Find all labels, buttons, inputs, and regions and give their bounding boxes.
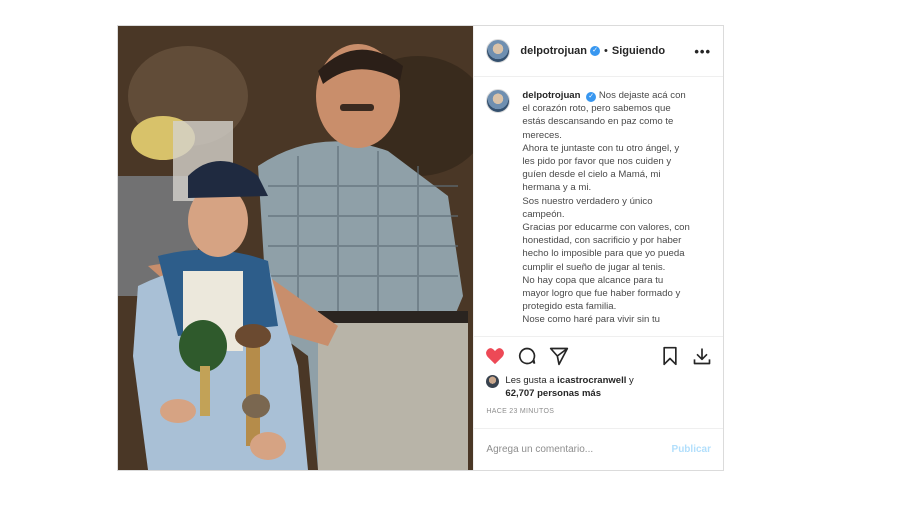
publish-button[interactable]: Publicar (672, 444, 711, 455)
separator-dot: • (604, 45, 608, 57)
caption-area: delpotrojuan ✓ Nos dejaste acá con el co… (474, 77, 723, 336)
photo-illustration (118, 26, 474, 470)
likes-count[interactable]: 62,707 personas más (505, 388, 601, 399)
more-options-icon[interactable]: ••• (694, 44, 711, 59)
action-bar (474, 336, 723, 374)
caption-line: No hay copa que alcance para tu mayor lo… (522, 274, 681, 313)
post-header: delpotrojuan ✓ • Siguiendo ••• (474, 26, 723, 77)
caption-line: Gracias por educarme con valores, con ho… (522, 222, 690, 273)
caption-line: Sos nuestro verdadero y único campeón. (522, 195, 653, 220)
post-side-panel: delpotrojuan ✓ • Siguiendo ••• delpotroj… (473, 26, 723, 470)
user-avatar[interactable] (486, 39, 511, 63)
post-timestamp[interactable]: HACE 23 MINUTOS (474, 400, 723, 428)
likes-summary: Les gusta a icastrocranwell y 62,707 per… (474, 374, 723, 400)
share-icon[interactable] (548, 345, 570, 367)
caption-line: Ahora te juntaste con tu otro ángel, y l… (522, 142, 680, 194)
caption-line: Nose como haré para vivir sin tu (522, 314, 660, 326)
caption-text: delpotrojuan ✓ Nos dejaste acá con el co… (522, 89, 692, 327)
instagram-post: delpotrojuan ✓ • Siguiendo ••• delpotroj… (117, 25, 724, 471)
caption-username[interactable]: delpotrojuan (522, 90, 580, 101)
caption-avatar[interactable] (486, 89, 511, 113)
bookmark-icon[interactable] (659, 345, 681, 367)
following-button[interactable]: Siguiendo (612, 45, 665, 57)
verified-badge-icon: ✓ (586, 92, 597, 102)
verified-badge-icon: ✓ (590, 46, 601, 56)
download-icon[interactable] (691, 345, 713, 367)
liker-avatar[interactable] (486, 375, 500, 388)
comment-bar: Agrega un comentario... Publicar (474, 428, 723, 470)
heart-icon[interactable] (484, 345, 506, 367)
username-link[interactable]: delpotrojuan (520, 45, 587, 57)
liker-username[interactable]: icastrocranwell (557, 375, 626, 386)
comment-icon[interactable] (516, 345, 538, 367)
likes-prefix: Les gusta a (505, 375, 555, 386)
post-photo[interactable] (118, 26, 474, 470)
comment-input[interactable]: Agrega un comentario... (486, 444, 593, 455)
likes-suffix: y (628, 375, 634, 386)
